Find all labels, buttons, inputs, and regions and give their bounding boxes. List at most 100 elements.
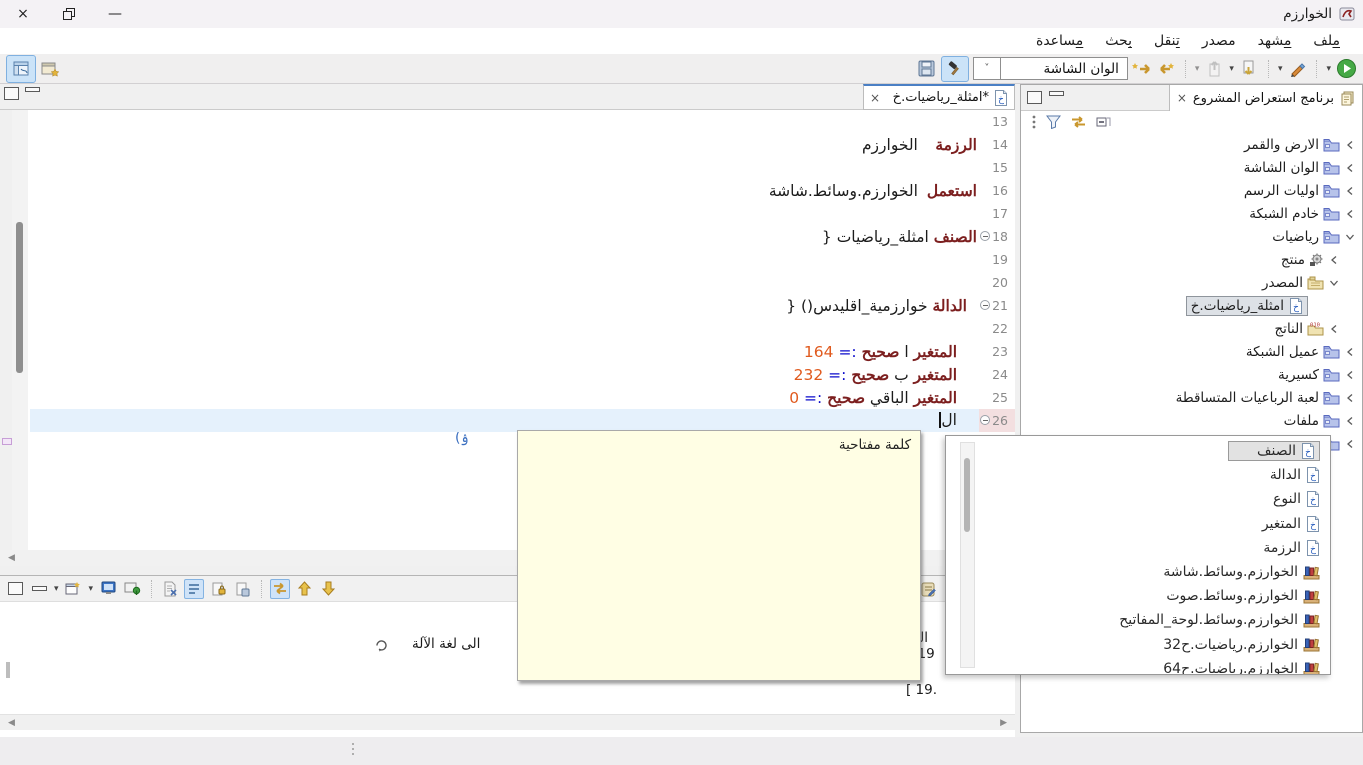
chevron-collapsed-icon[interactable] bbox=[1344, 347, 1356, 357]
console-vertical-scrollbar[interactable] bbox=[6, 662, 10, 678]
tree-item-ملفات[interactable]: ملفات bbox=[1021, 409, 1362, 432]
view-menu-arrow[interactable]: ▾ bbox=[54, 584, 59, 594]
external-tools-dropdown-arrow[interactable]: ▾ bbox=[1278, 64, 1283, 74]
gutter-line-16[interactable]: 16 bbox=[979, 179, 1015, 202]
open-perspective-button[interactable] bbox=[40, 57, 60, 81]
menu-item-2[interactable]: مصدر bbox=[1191, 30, 1247, 52]
maximize-editor-icon[interactable] bbox=[4, 87, 19, 100]
go-into-button[interactable] bbox=[1204, 57, 1224, 81]
gutter-line-25[interactable]: 25 bbox=[979, 386, 1015, 409]
close-tab-icon[interactable]: × bbox=[870, 91, 880, 105]
last-edit-dropdown-arrow[interactable]: ▾ bbox=[1229, 64, 1234, 74]
code-line-24[interactable]: المتغير ب صحيح := 232 bbox=[30, 363, 979, 386]
chevron-expanded-icon[interactable] bbox=[1328, 279, 1340, 287]
previous-console-button[interactable] bbox=[294, 579, 314, 599]
tree-item-امثلة_رياضيات.خ[interactable]: خامثلة_رياضيات.خ bbox=[1021, 294, 1362, 317]
code-line-14[interactable]: الرزمة الخوارزم bbox=[30, 133, 979, 156]
console-tasks-button[interactable] bbox=[918, 579, 938, 599]
completion-item-5[interactable]: الخوارزم.وسائط.شاشة bbox=[976, 560, 1330, 584]
menu-item-0[interactable]: ملف bbox=[1302, 30, 1351, 52]
chevron-collapsed-icon[interactable] bbox=[1344, 439, 1356, 449]
code-line-22[interactable] bbox=[30, 317, 979, 340]
tree-item-الوان الشاشة[interactable]: الوان الشاشة bbox=[1021, 156, 1362, 179]
clear-console-button[interactable] bbox=[160, 579, 180, 599]
save-console-output-button[interactable] bbox=[232, 579, 252, 599]
gutter-line-15[interactable]: 15 bbox=[979, 156, 1015, 179]
tree-item-رياضيات[interactable]: رياضيات bbox=[1021, 225, 1362, 248]
link-with-console-button[interactable] bbox=[270, 579, 290, 599]
chevron-collapsed-icon[interactable] bbox=[1328, 255, 1340, 265]
last-edit-location-button[interactable] bbox=[1239, 57, 1259, 81]
chevron-collapsed-icon[interactable] bbox=[1344, 140, 1356, 150]
completion-item-4[interactable]: خالرزمة bbox=[976, 536, 1330, 560]
scroll-right-icon[interactable]: ▶ bbox=[1000, 718, 1007, 728]
chevron-expanded-icon[interactable] bbox=[1344, 233, 1356, 241]
gutter-line-20[interactable]: 20 bbox=[979, 271, 1015, 294]
back-nav-button[interactable] bbox=[1132, 57, 1152, 81]
go-into-dropdown-arrow[interactable]: ▾ bbox=[1195, 64, 1200, 74]
selected-completion-box[interactable]: خالصنف bbox=[1228, 441, 1320, 461]
open-console-dropdown[interactable]: ▾ bbox=[89, 584, 94, 594]
completion-item-8[interactable]: الخوارزم.رياضيات.ح32 bbox=[976, 633, 1330, 657]
code-line-13[interactable] bbox=[30, 110, 979, 133]
drag-handle[interactable] bbox=[352, 743, 354, 755]
chevron-collapsed-icon[interactable] bbox=[1344, 416, 1356, 426]
chevron-collapsed-icon[interactable] bbox=[1344, 186, 1356, 196]
close-window-button[interactable]: × bbox=[0, 0, 46, 28]
chevron-collapsed-icon[interactable] bbox=[1328, 324, 1340, 334]
external-tools-button[interactable] bbox=[1287, 57, 1307, 81]
tree-item-منتج[interactable]: منتج bbox=[1021, 248, 1362, 271]
code-line-19[interactable] bbox=[30, 248, 979, 271]
fold-collapse-icon[interactable] bbox=[980, 300, 990, 310]
run-configuration-combo[interactable]: الوان الشاشة ˅ bbox=[973, 57, 1128, 80]
tree-item-الارض والقمر[interactable]: الارض والقمر bbox=[1021, 133, 1362, 156]
scroll-left-icon[interactable]: ◀ bbox=[8, 718, 15, 728]
run-configuration-value[interactable]: الوان الشاشة bbox=[1000, 57, 1128, 80]
build-button[interactable] bbox=[941, 56, 969, 82]
gutter-line-18[interactable]: 18 bbox=[979, 225, 1015, 248]
completion-item-7[interactable]: الخوارزم.وسائط.لوحة_المفاتيح bbox=[976, 608, 1330, 632]
minimize-window-button[interactable]: — bbox=[92, 0, 138, 28]
menu-item-5[interactable]: مساعدة bbox=[1025, 30, 1094, 52]
combo-dropdown-icon[interactable]: ˅ bbox=[973, 57, 1000, 80]
scroll-lock-button[interactable] bbox=[184, 579, 204, 599]
fold-collapse-icon[interactable] bbox=[980, 415, 990, 425]
run-button[interactable] bbox=[1336, 57, 1357, 81]
console-horizontal-scrollbar[interactable]: ◀ ▶ bbox=[0, 714, 1015, 730]
run-dropdown-arrow[interactable]: ▾ bbox=[1326, 64, 1331, 74]
completion-item-0[interactable]: خالصنف bbox=[976, 439, 1330, 463]
gutter-line-24[interactable]: 24 bbox=[979, 363, 1015, 386]
completion-item-1[interactable]: خالدالة bbox=[976, 463, 1330, 487]
tree-item-اوليات الرسم[interactable]: اوليات الرسم bbox=[1021, 179, 1362, 202]
forward-nav-button[interactable] bbox=[1156, 57, 1176, 81]
completion-item-2[interactable]: خالنوع bbox=[976, 487, 1330, 511]
code-line-25[interactable]: المتغير الباقي صحيح := 0 bbox=[30, 386, 979, 409]
gutter-line-19[interactable]: 19 bbox=[979, 248, 1015, 271]
tree-item-عميل الشبكة[interactable]: عميل الشبكة bbox=[1021, 340, 1362, 363]
code-line-17[interactable] bbox=[30, 202, 979, 225]
minimize-view-button[interactable] bbox=[29, 579, 49, 599]
code-line-21[interactable]: الدالة خوارزمية_اقليدس() { bbox=[30, 294, 979, 317]
tree-item-خادم الشبكة[interactable]: خادم الشبكة bbox=[1021, 202, 1362, 225]
minimize-editor-icon[interactable] bbox=[25, 87, 40, 92]
selected-item-box[interactable]: خامثلة_رياضيات.خ bbox=[1186, 296, 1308, 316]
pin-console-button[interactable] bbox=[122, 579, 142, 599]
display-selected-console-button[interactable] bbox=[98, 579, 118, 599]
collapse-all-icon[interactable] bbox=[1096, 115, 1111, 129]
fold-collapse-icon[interactable] bbox=[980, 231, 990, 241]
word-wrap-button[interactable] bbox=[208, 579, 228, 599]
maximize-view-button[interactable] bbox=[5, 579, 25, 599]
tree-item-الناتج[interactable]: 010الناتج bbox=[1021, 317, 1362, 340]
editor-scrollbar-thumb[interactable] bbox=[16, 222, 23, 373]
gutter-line-23[interactable]: 23 bbox=[979, 340, 1015, 363]
gutter-line-14[interactable]: 14 bbox=[979, 133, 1015, 156]
code-line-15[interactable] bbox=[30, 156, 979, 179]
open-console-button[interactable] bbox=[64, 579, 84, 599]
link-editor-icon[interactable] bbox=[1070, 115, 1087, 129]
completion-item-3[interactable]: خالمتغير bbox=[976, 512, 1330, 536]
chevron-collapsed-icon[interactable] bbox=[1344, 393, 1356, 403]
tree-item-كسيرية[interactable]: كسيرية bbox=[1021, 363, 1362, 386]
restore-window-button[interactable] bbox=[46, 0, 92, 28]
popup-scrollbar-thumb[interactable] bbox=[964, 458, 970, 532]
code-line-20[interactable] bbox=[30, 271, 979, 294]
